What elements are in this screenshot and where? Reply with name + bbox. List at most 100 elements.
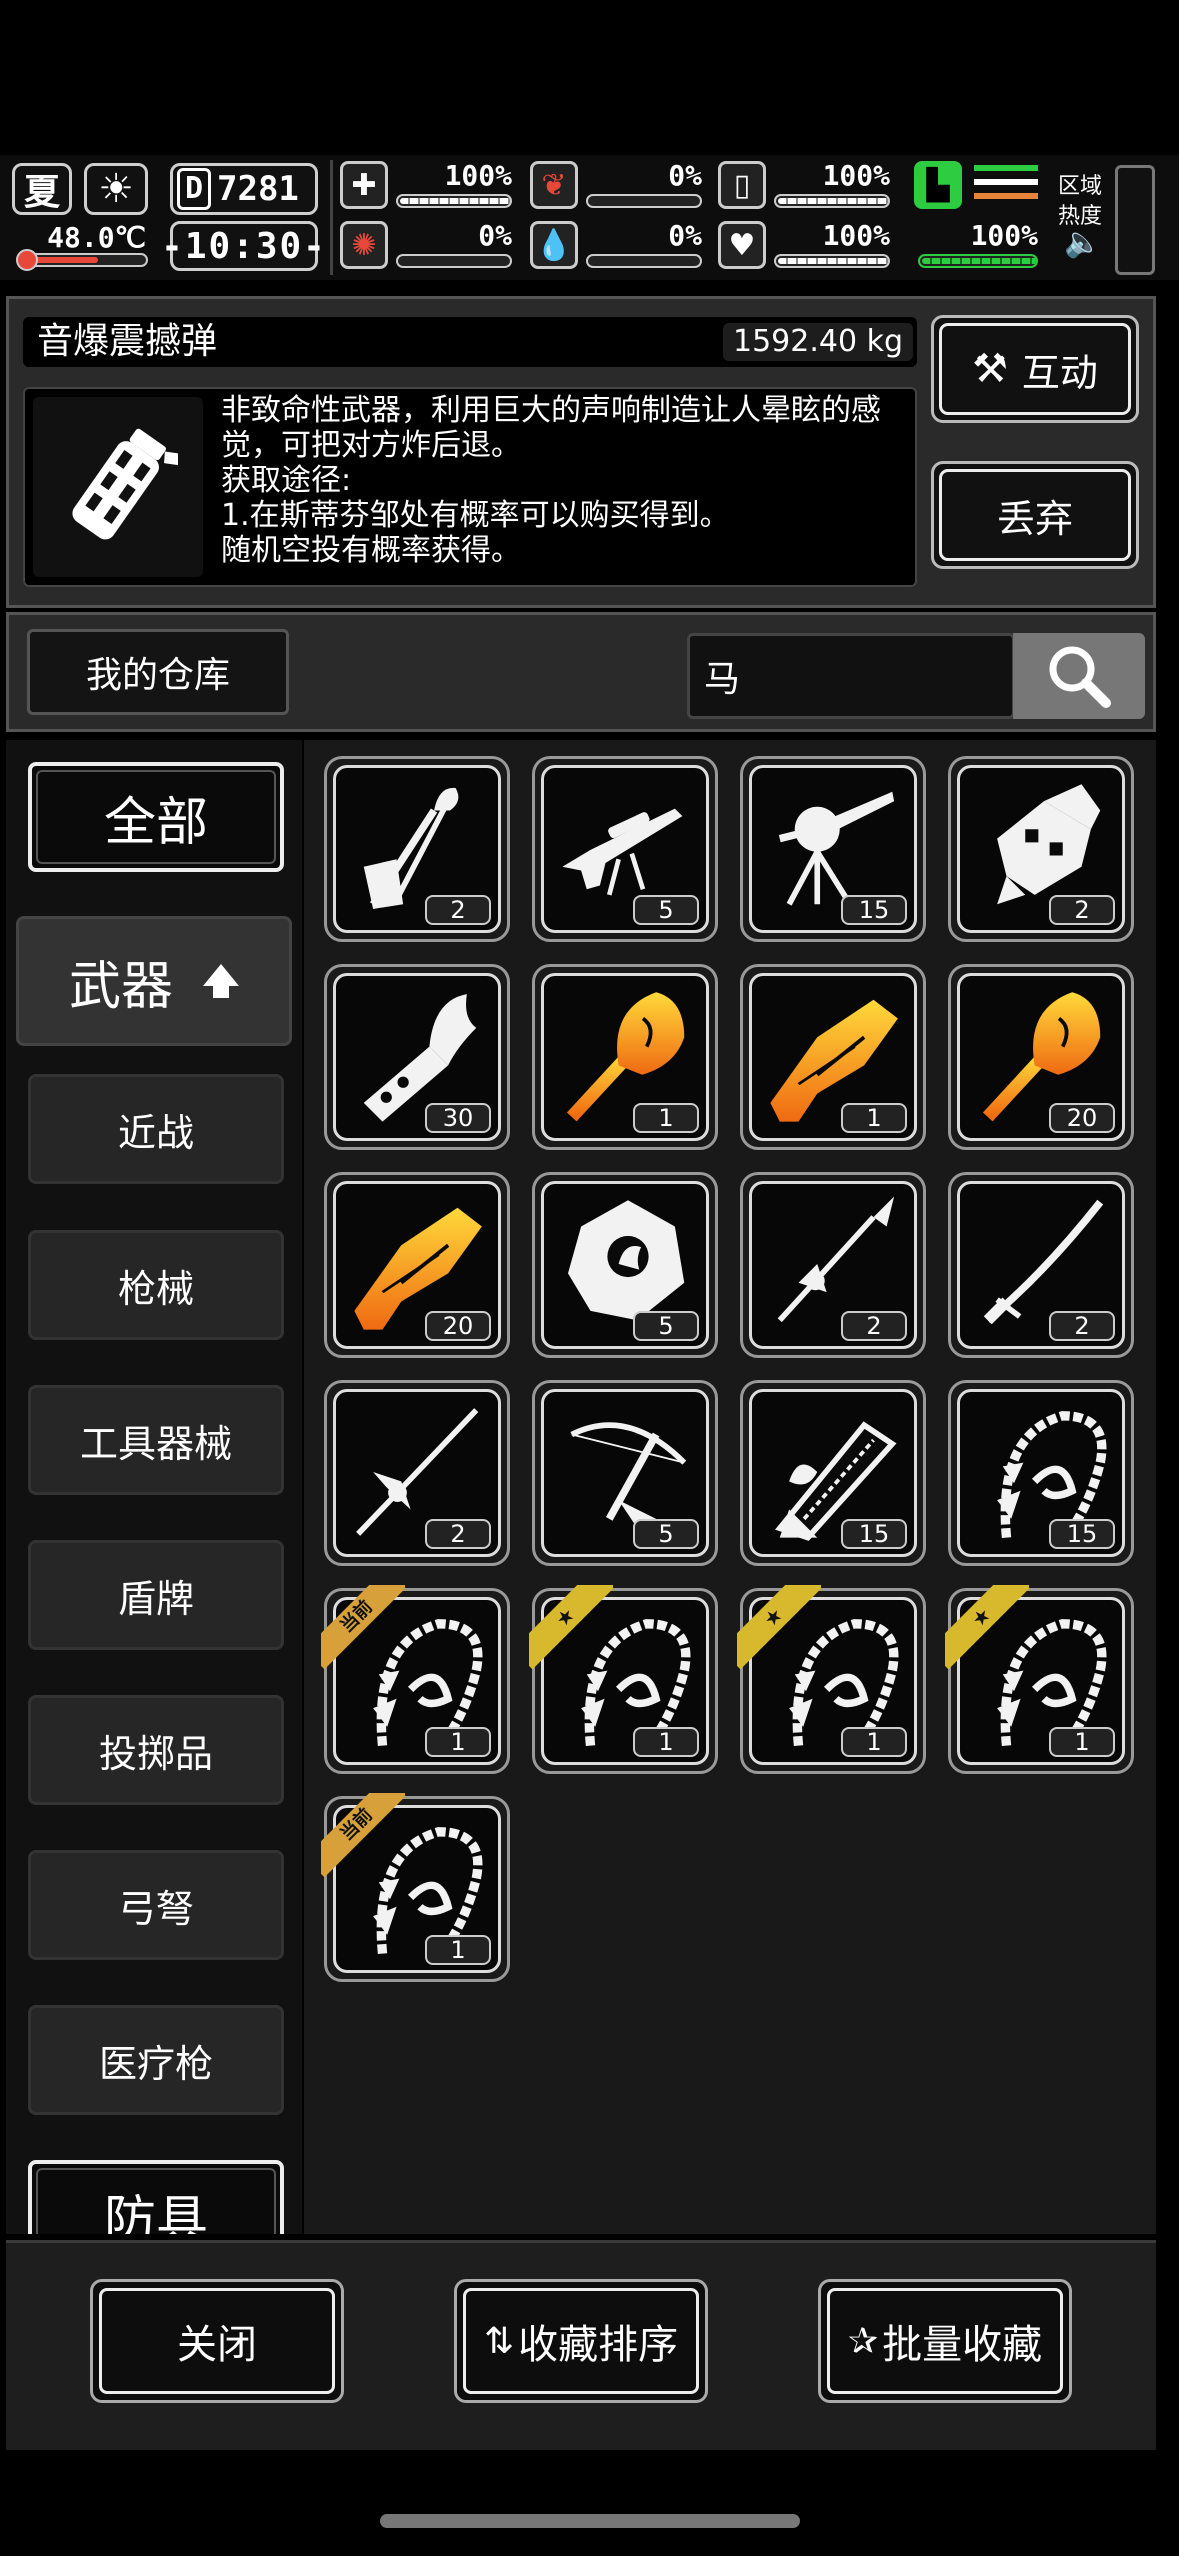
close-label: 关闭 (177, 2322, 257, 2368)
health-stat: ✚ 100% (340, 159, 520, 214)
category-weapons[interactable]: 武器 (16, 916, 292, 1046)
collapse-arrow-icon[interactable] (203, 964, 239, 998)
sort-favorites-button[interactable]: ⇅ 收藏排序 (454, 2279, 708, 2403)
divider (330, 160, 333, 275)
category-bows[interactable]: 弓弩 (28, 1850, 284, 1960)
item-count: 20 (1049, 1103, 1115, 1133)
description-line: 1.在斯蒂芬邹处有概率可以购买得到。 (221, 498, 730, 533)
day-count: 7281 (217, 169, 299, 209)
category-all[interactable]: 全部 (28, 762, 284, 872)
inventory-slot[interactable]: 1 (532, 964, 718, 1150)
blood-value: 0% (668, 219, 702, 252)
item-count: 1 (841, 1727, 907, 1757)
my-warehouse-button[interactable]: 我的仓库 (27, 629, 289, 715)
item-count: 1 (1049, 1727, 1115, 1757)
discard-label: 丢弃 (996, 496, 1073, 541)
item-count: 1 (633, 1727, 699, 1757)
ribbon-label: ★ (737, 1585, 821, 1669)
favorite-ribbon: ★ (945, 1585, 1029, 1669)
inventory-slot[interactable]: 当前 1 (321, 1793, 510, 1982)
stamina-stat: ▙ (914, 159, 1044, 214)
ribbon-label: 当前 (321, 1585, 405, 1669)
inventory-slot[interactable]: 5 (532, 1380, 718, 1566)
day-label: D (177, 168, 211, 210)
inventory-slot[interactable]: 15 (740, 1380, 926, 1566)
inventory-slot[interactable]: ★ 1 (529, 1585, 718, 1774)
interact-button[interactable]: ⚒ 互动 (931, 315, 1139, 423)
grenade-icon (33, 397, 203, 577)
region-heat-meter (1115, 165, 1155, 275)
inventory-slot[interactable]: 15 (740, 756, 926, 942)
sanity-value: 0% (478, 219, 512, 252)
inventory-slot[interactable]: 20 (948, 964, 1134, 1150)
inventory-slot[interactable]: 2 (324, 1380, 510, 1566)
hunger-value: 0% (668, 159, 702, 192)
item-count: 1 (425, 1727, 491, 1757)
item-description-box: 非致命性武器，利用巨大的声响制造让人晕眩的感觉，可把对方炸后退。 获取途径: 1… (23, 387, 917, 587)
category-medical-guns[interactable]: 医疗枪 (28, 2005, 284, 2115)
health-value: 100% (444, 159, 512, 192)
mood-stat: ♥ 100% (718, 219, 898, 274)
inventory-slot[interactable]: 1 (740, 964, 926, 1150)
inventory-slot[interactable]: 30 (324, 964, 510, 1150)
category-shields[interactable]: 盾牌 (28, 1540, 284, 1650)
inventory-slot[interactable]: 当前 1 (321, 1585, 510, 1774)
category-armor[interactable]: 防具 (28, 2160, 284, 2234)
sun-icon: ☀ (84, 163, 148, 215)
item-name: 音爆震撼弹 (37, 321, 218, 362)
item-count: 15 (841, 1519, 907, 1549)
category-label: 枪械 (117, 1266, 194, 1311)
batch-label: 批量收藏 (882, 2322, 1043, 2368)
warehouse-label: 我的仓库 (85, 655, 230, 696)
item-count: 2 (841, 1311, 907, 1341)
inventory-slot[interactable]: 2 (324, 756, 510, 942)
medkit-icon: ✚ (340, 161, 388, 209)
blood-drop-icon: 💧 (530, 221, 578, 269)
inventory-slot[interactable]: 5 (532, 1172, 718, 1358)
thermometer-icon (16, 249, 38, 271)
sort-arrows-icon: ⇅ (483, 2320, 515, 2362)
inventory-slot[interactable]: 2 (948, 756, 1134, 942)
mood-bar (774, 254, 890, 268)
item-count: 1 (841, 1103, 907, 1133)
current-ribbon: 当前 (321, 1585, 405, 1669)
item-count: 15 (841, 895, 907, 925)
home-indicator[interactable] (380, 2514, 800, 2528)
inventory-slot[interactable]: 2 (948, 1172, 1134, 1358)
hunger-stat: ❦ 0% (530, 159, 710, 214)
heart-icon: ♥ (718, 221, 766, 269)
clock: -10:30- (161, 221, 325, 271)
stamina-line-green (974, 165, 1038, 171)
ribbon-label: 当前 (321, 1793, 405, 1877)
category-tools[interactable]: 工具器械 (28, 1385, 284, 1495)
item-info-panel: 音爆震撼弹 1592.40 kg 非致命性武器，利用巨大的声响制造让人晕眩的感觉… (6, 296, 1156, 608)
inventory-slot[interactable]: 2 (740, 1172, 926, 1358)
inventory-slot[interactable]: 20 (324, 1172, 510, 1358)
close-button[interactable]: 关闭 (90, 2279, 344, 2403)
item-count: 2 (1049, 895, 1115, 925)
status-bar: 夏 ☀ 48.0℃ D 7281 -10:30- ✚ 100% ❦ 0% ▯ 1… (0, 155, 1179, 280)
item-description: 非致命性武器，利用巨大的声响制造让人晕眩的感觉，可把对方炸后退。 获取途径: 1… (221, 393, 905, 568)
category-firearms[interactable]: 枪械 (28, 1230, 284, 1340)
inventory-slot[interactable]: 15 (948, 1380, 1134, 1566)
thirst-bar (774, 194, 890, 208)
category-melee[interactable]: 近战 (28, 1074, 284, 1184)
mood-value: 100% (822, 219, 890, 252)
search-button[interactable] (1013, 633, 1145, 719)
inventory-slot[interactable]: ★ 1 (737, 1585, 926, 1774)
category-sidebar: 全部 武器 近战 枪械 工具器械 盾牌 投掷品 弓弩 医疗枪 防具 (6, 740, 302, 2234)
sanity-stat: ✺ 0% (340, 219, 520, 274)
inventory-slot[interactable]: 5 (532, 756, 718, 942)
batch-favorite-button[interactable]: ✰ 批量收藏 (818, 2279, 1072, 2403)
ribbon-label: ★ (529, 1585, 613, 1669)
speaker-icon[interactable]: 🔈 (1064, 225, 1101, 260)
search-input[interactable] (687, 633, 1015, 719)
category-throwables[interactable]: 投掷品 (28, 1695, 284, 1805)
category-all-label: 全部 (103, 792, 208, 853)
discard-button[interactable]: 丢弃 (931, 461, 1139, 569)
category-label: 弓弩 (117, 1886, 194, 1931)
inventory-slot[interactable]: ★ 1 (945, 1585, 1134, 1774)
item-count: 30 (425, 1103, 491, 1133)
stamina-value: 100% (970, 219, 1038, 252)
season-label: 夏 (23, 172, 60, 213)
